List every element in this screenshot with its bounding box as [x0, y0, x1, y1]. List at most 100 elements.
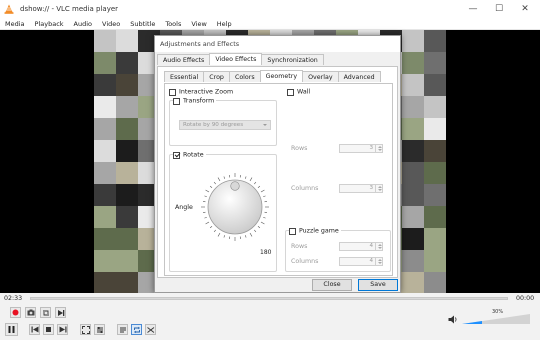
puzzle-rows-label: Rows [291, 243, 308, 250]
maximize-button[interactable]: ☐ [486, 0, 512, 18]
stop-button[interactable] [43, 324, 54, 335]
wall-columns-value: 3 [369, 185, 373, 191]
previous-button[interactable] [29, 324, 40, 335]
tab-advanced[interactable]: Advanced [337, 71, 381, 82]
transform-label: Transform [183, 97, 215, 105]
puzzle-columns-stepper[interactable]: 4 [339, 257, 383, 266]
dial-tick [257, 185, 261, 188]
transform-select[interactable]: Rotate by 90 degrees [179, 120, 271, 130]
stop-icon [46, 327, 51, 332]
wall-columns-stepper[interactable]: 3 [339, 184, 383, 193]
volume-level [462, 321, 482, 324]
record-button[interactable] [10, 307, 21, 318]
stepper-arrows-icon[interactable] [375, 185, 382, 192]
dial-tick [209, 185, 213, 188]
puzzle-columns-value: 4 [369, 258, 373, 264]
extended-settings-icon [96, 326, 103, 333]
menu-media[interactable]: Media [0, 20, 30, 28]
playlist-icon [119, 327, 126, 332]
tab-audio-effects[interactable]: Audio Effects [157, 54, 211, 65]
tab-essential[interactable]: Essential [164, 71, 205, 82]
interactive-zoom-option[interactable]: Interactive Zoom [169, 88, 233, 96]
puzzle-checkbox[interactable] [289, 227, 296, 235]
minimize-button[interactable]: — [460, 0, 486, 18]
interactive-zoom-checkbox[interactable] [169, 88, 176, 96]
wall-checkbox[interactable] [287, 88, 294, 96]
rotate-checkbox[interactable] [173, 151, 180, 159]
puzzle-rows-value: 4 [369, 243, 373, 249]
dial-tick [263, 195, 266, 198]
video-effects-panel: Essential Crop Colors Geometry Overlay A… [157, 66, 398, 278]
dial-tick [257, 226, 261, 229]
tab-video-effects[interactable]: Video Effects [209, 53, 263, 65]
rotate-option[interactable]: Rotate [173, 151, 206, 159]
window-title: dshow:// - VLC media player [20, 5, 119, 13]
tab-synchronization[interactable]: Synchronization [261, 54, 324, 65]
dial-tick [263, 216, 266, 219]
dial-tick [254, 181, 257, 185]
next-icon [59, 326, 66, 333]
dial-tick [217, 177, 221, 182]
dial-tick [205, 189, 210, 193]
puzzle-columns-label: Columns [291, 258, 319, 265]
stepper-arrows-icon[interactable] [375, 258, 382, 265]
wall-rows-stepper[interactable]: 3 [339, 144, 383, 153]
dial-tick [209, 226, 213, 229]
menu-tools[interactable]: Tools [160, 20, 186, 28]
frame-step-icon [57, 309, 64, 316]
rotate-dial[interactable] [199, 171, 271, 243]
title-bar: dshow:// - VLC media player — ☐ ✕ [0, 0, 540, 18]
frame-step-button[interactable] [55, 307, 66, 318]
menu-view[interactable]: View [186, 20, 211, 28]
save-button[interactable]: Save [358, 279, 398, 291]
seek-bar[interactable] [30, 297, 508, 300]
fullscreen-button[interactable] [80, 324, 91, 335]
transform-option[interactable]: Transform [173, 97, 217, 105]
transform-checkbox[interactable] [173, 97, 180, 105]
dialog-title: Adjustments and Effects [155, 36, 400, 52]
stepper-arrows-icon[interactable] [375, 145, 382, 152]
puzzle-option[interactable]: Puzzle game [289, 227, 341, 235]
total-time: 00:00 [516, 295, 535, 302]
wall-option[interactable]: Wall [287, 88, 310, 96]
chevron-down-icon [263, 124, 267, 126]
stepper-arrows-icon[interactable] [375, 243, 382, 250]
interactive-zoom-label: Interactive Zoom [179, 88, 234, 96]
wall-rows-value: 3 [369, 145, 373, 151]
menu-help[interactable]: Help [212, 20, 237, 28]
menu-audio[interactable]: Audio [69, 20, 97, 28]
play-pause-button[interactable] [5, 323, 18, 336]
shuffle-button[interactable] [145, 324, 156, 335]
pause-icon [8, 326, 15, 333]
playlist-button[interactable] [117, 324, 128, 335]
menu-playback[interactable]: Playback [30, 20, 69, 28]
camera-icon [27, 309, 34, 316]
loop-icon [133, 326, 140, 333]
wall-label: Wall [297, 88, 311, 96]
transform-select-value: Rotate by 90 degrees [183, 122, 244, 128]
speaker-icon[interactable] [448, 315, 458, 326]
dial-tick [223, 176, 226, 179]
tab-colors[interactable]: Colors [228, 71, 261, 82]
close-button[interactable]: Close [312, 279, 352, 291]
previous-icon [31, 326, 38, 333]
menu-video[interactable]: Video [97, 20, 125, 28]
dial-tick [260, 221, 265, 225]
menu-bar: Media Playback Audio Video Subtitle Tool… [0, 18, 540, 30]
menu-subtitle[interactable]: Subtitle [125, 20, 160, 28]
angle-label: Angle [175, 204, 193, 211]
dial-tick [249, 177, 253, 182]
loop-button[interactable] [131, 324, 142, 335]
snapshot-button[interactable] [25, 307, 36, 318]
extended-settings-button[interactable] [94, 324, 105, 335]
tab-overlay[interactable]: Overlay [302, 71, 339, 82]
tab-crop[interactable]: Crop [203, 71, 230, 82]
tab-geometry[interactable]: Geometry [259, 70, 304, 82]
rotate-label: Rotate [183, 151, 204, 159]
puzzle-rows-stepper[interactable]: 4 [339, 242, 383, 251]
next-button[interactable] [57, 324, 68, 335]
dialog-tabs: Audio Effects Video Effects Synchronizat… [157, 53, 324, 66]
loop-ab-button[interactable] [40, 307, 51, 318]
fullscreen-icon [81, 325, 90, 334]
close-window-button[interactable]: ✕ [512, 0, 538, 18]
